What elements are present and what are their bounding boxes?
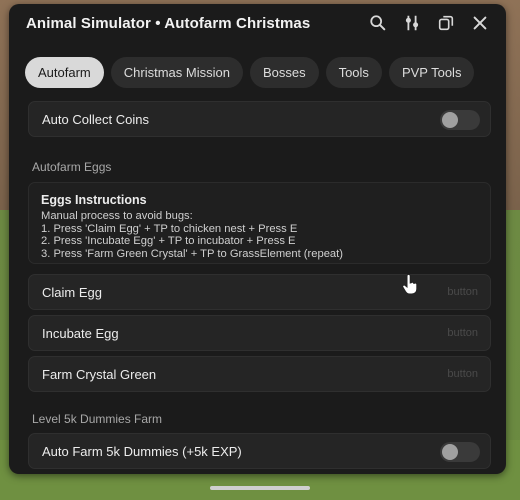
tab-content-scroll[interactable]: Auto Collect Coins Autofarm Eggs Eggs In…: [9, 99, 506, 474]
button-hint: button: [447, 286, 478, 298]
tab-tools[interactable]: Tools: [325, 57, 382, 88]
toggle-knob: [442, 112, 458, 128]
close-icon[interactable]: [470, 13, 490, 33]
instructions-line: 3. Press 'Farm Green Crystal' + TP to Gr…: [41, 247, 343, 260]
title-bar[interactable]: Animal Simulator • Autofarm Christmas: [9, 4, 506, 44]
tab-bosses[interactable]: Bosses: [249, 57, 319, 88]
instructions-line: 2. Press 'Incubate Egg' + TP to incubato…: [41, 235, 296, 248]
section-title-dummies: Level 5k Dummies Farm: [32, 412, 163, 426]
hand-cursor-icon: [402, 274, 418, 295]
instructions-title: Eggs Instructions: [41, 193, 147, 207]
instructions-line: Manual process to avoid bugs:: [41, 210, 193, 222]
script-hub-window: Animal Simulator • Autofarm Christmas Au…: [9, 4, 506, 474]
button-label: Claim Egg: [42, 285, 102, 300]
search-icon[interactable]: [368, 13, 388, 33]
claim-egg-button[interactable]: Claim Egg button: [28, 274, 491, 310]
tab-autofarm[interactable]: Autofarm: [25, 57, 104, 88]
farm-crystal-green-button[interactable]: Farm Crystal Green button: [28, 356, 491, 392]
eggs-instructions-card: Eggs Instructions Manual process to avoi…: [28, 182, 491, 264]
button-hint: button: [447, 327, 478, 339]
row-label: Auto Collect Coins: [42, 112, 149, 127]
section-title-eggs: Autofarm Eggs: [32, 160, 112, 174]
auto-farm-dummies-row[interactable]: Auto Farm 5k Dummies (+5k EXP): [28, 433, 491, 469]
tab-christmas-mission[interactable]: Christmas Mission: [110, 57, 243, 88]
settings-sliders-icon[interactable]: [402, 13, 422, 33]
toggle-knob: [442, 444, 458, 460]
minimize-window-icon[interactable]: [436, 13, 456, 33]
tab-bar: Autofarm Christmas Mission Bosses Tools …: [25, 57, 475, 88]
button-label: Farm Crystal Green: [42, 367, 157, 382]
auto-collect-coins-toggle[interactable]: [440, 110, 480, 130]
home-indicator: [210, 486, 310, 490]
button-hint: button: [447, 368, 478, 380]
button-label: Incubate Egg: [42, 326, 119, 341]
tab-pvp-tools[interactable]: PVP Tools: [388, 57, 475, 88]
incubate-egg-button[interactable]: Incubate Egg button: [28, 315, 491, 351]
window-title: Animal Simulator • Autofarm Christmas: [26, 15, 311, 32]
instructions-line: 1. Press 'Claim Egg' + TP to chicken nes…: [41, 222, 298, 235]
auto-collect-coins-row[interactable]: Auto Collect Coins: [28, 101, 491, 137]
auto-farm-dummies-toggle[interactable]: [440, 442, 480, 462]
row-label: Auto Farm 5k Dummies (+5k EXP): [42, 444, 242, 459]
